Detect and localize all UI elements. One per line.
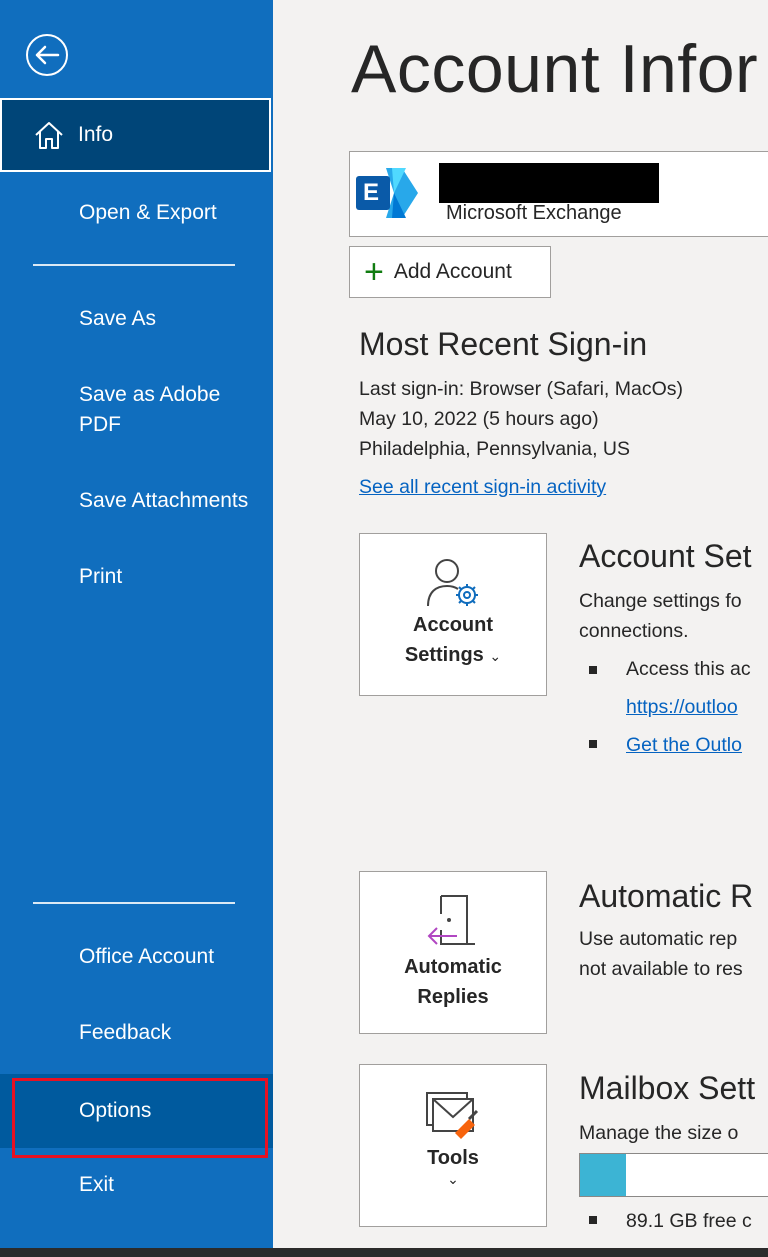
automatic-replies-tile-label-2: Replies [417,986,489,1008]
sidebar-item-label: Save Attachments [79,489,249,512]
options-highlight-box [12,1078,268,1158]
plus-icon: + [364,253,384,291]
account-settings-tile[interactable]: Account Settings ⌄ [359,533,547,696]
add-account-button[interactable]: + Add Account [349,246,551,298]
automatic-replies-desc-2: not available to res [579,958,743,980]
account-info-panel: Account Infor E Microsoft Exchange + Add… [273,0,768,1257]
account-settings-bullet-1: Access this ac [626,658,751,680]
automatic-replies-heading: Automatic R [579,878,754,914]
sidebar-item-save-as-adobe-pdf[interactable]: Save as Adobe PDF [0,380,273,440]
sidebar-item-save-attachments[interactable]: Save Attachments [0,486,273,516]
bullet-icon [589,740,597,748]
sidebar-item-label: Info [78,123,114,146]
sign-in-heading: Most Recent Sign-in [359,326,648,362]
sidebar-item-print[interactable]: Print [0,562,273,592]
sidebar-item-label: Save As [79,307,157,330]
mailbox-tools-icon [426,1092,479,1139]
account-settings-heading: Account Set [579,538,752,574]
bullet-icon [589,1216,597,1224]
sidebar-item-label: Print [79,565,123,588]
sidebar-divider [33,264,235,266]
sidebar-item-save-as[interactable]: Save As [0,304,273,334]
account-settings-icon [427,559,478,607]
redacted-account-name [439,163,659,203]
sign-in-activity-link[interactable]: See all recent sign-in activity [359,476,606,499]
automatic-replies-tile[interactable]: Automatic Replies [359,871,547,1034]
account-settings-tile-label-1: Account [413,614,493,636]
sign-in-browser: Last sign-in: Browser (Safari, MacOs) [359,378,684,400]
sidebar-item-office-account[interactable]: Office Account [0,942,273,972]
sidebar-item-open-export[interactable]: Open & Export [0,198,273,228]
door-arrow-icon [427,895,475,945]
chevron-down-icon: ⌄ [489,648,502,664]
bullet-icon [589,666,597,674]
sign-in-date: May 10, 2022 (5 hours ago) [359,408,599,430]
exchange-logo-letter: E [363,179,380,206]
get-outlook-link[interactable]: Get the Outlo [626,734,742,757]
sidebar-item-exit[interactable]: Exit [0,1170,273,1200]
mailbox-quota-bar [579,1153,768,1197]
add-account-label: Add Account [393,260,512,283]
account-settings-tile-label-2: Settings ⌄ [404,644,502,666]
home-icon [35,122,63,149]
mailbox-settings-heading: Mailbox Sett [579,1070,756,1106]
taskbar-edge [0,1248,768,1257]
sidebar-item-label: Exit [79,1173,115,1196]
account-settings-desc-1: Change settings fo [579,590,742,612]
outlook-web-link[interactable]: https://outloo [626,696,738,719]
sidebar-item-info[interactable]: Info [0,98,271,172]
mailbox-settings-desc: Manage the size o [579,1122,739,1144]
sidebar-item-label: Open & Export [79,201,217,224]
sidebar-item-label: Feedback [79,1021,172,1044]
sidebar-divider [33,902,235,904]
sidebar-item-label: Office Account [79,945,215,968]
arrow-left-icon [35,45,60,65]
page-title: Account Infor [351,31,759,107]
mailbox-free-space: 89.1 GB free c [626,1210,752,1232]
account-settings-desc-2: connections. [579,620,689,642]
account-type-label: Microsoft Exchange [446,202,622,224]
automatic-replies-desc-1: Use automatic rep [579,928,738,950]
automatic-replies-tile-label-1: Automatic [404,956,502,978]
chevron-down-icon: ⌄ [447,1171,459,1187]
back-button[interactable] [26,34,68,76]
sidebar-item-label-line1: Save as Adobe [79,383,221,406]
mailbox-tools-tile-label: Tools [427,1147,479,1169]
account-selector[interactable]: E Microsoft Exchange [349,151,768,237]
sign-in-location: Philadelphia, Pennsylvania, US [359,438,631,460]
sidebar-item-feedback[interactable]: Feedback [0,1018,273,1048]
mailbox-tools-tile[interactable]: Tools ⌄ [359,1064,547,1227]
mailbox-quota-fill [580,1154,626,1196]
sidebar-item-label-line2: PDF [79,413,121,436]
backstage-sidebar: Info Open & Export Save As Save as Adobe… [0,0,273,1257]
